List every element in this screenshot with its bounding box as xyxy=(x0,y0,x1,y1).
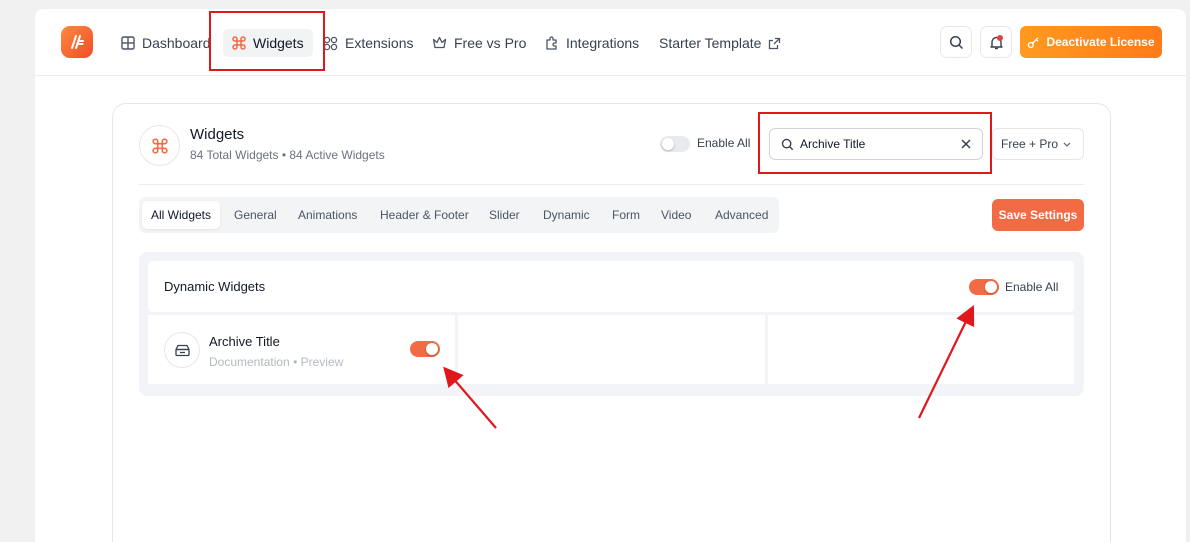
nav-free-vs-pro-label: Free vs Pro xyxy=(454,35,527,51)
empty-widget-slot xyxy=(768,315,1074,384)
notification-button[interactable] xyxy=(980,26,1012,58)
empty-widget-slot xyxy=(458,315,765,384)
nav-widgets-label: Widgets xyxy=(253,35,304,51)
preview-link[interactable]: Preview xyxy=(301,355,344,369)
search-input[interactable] xyxy=(800,137,950,151)
toggle-knob xyxy=(426,343,438,355)
category-tabs: All Widgets General Animations Header & … xyxy=(139,197,779,233)
chevron-down-icon xyxy=(1063,142,1071,147)
section-title: Dynamic Widgets xyxy=(164,279,266,294)
puzzle-icon xyxy=(546,36,557,50)
brand-logo-icon[interactable] xyxy=(61,26,93,58)
widgets-header-icon xyxy=(139,125,180,166)
nav-free-vs-pro[interactable]: Free vs Pro xyxy=(432,29,526,57)
plan-filter-value: Free + Pro xyxy=(1001,137,1059,151)
nav-starter-template-label: Starter Template xyxy=(659,35,762,51)
close-icon[interactable] xyxy=(960,138,972,150)
nav-integrations[interactable]: Integrations xyxy=(545,29,639,57)
tab-advanced[interactable]: Advanced xyxy=(715,201,768,229)
widgets-count-subtitle: 84 Total Widgets • 84 Active Widgets xyxy=(190,148,385,162)
key-icon xyxy=(1028,36,1039,48)
widget-card: Archive Title Documentation • Preview xyxy=(148,315,455,384)
nav-extensions-label: Extensions xyxy=(345,35,414,51)
widget-toggle[interactable] xyxy=(410,341,440,357)
tab-animations[interactable]: Animations xyxy=(298,201,357,229)
nav-dashboard[interactable]: Dashboard xyxy=(121,29,211,57)
widget-title: Archive Title xyxy=(209,334,280,349)
crown-icon xyxy=(432,36,447,49)
tab-form[interactable]: Form xyxy=(612,201,640,229)
deactivate-license-label: Deactivate License xyxy=(1046,35,1155,49)
tab-video[interactable]: Video xyxy=(661,201,691,229)
enable-all-label: Enable All xyxy=(697,136,751,150)
search-icon xyxy=(781,138,794,150)
save-settings-button[interactable]: Save Settings xyxy=(992,199,1084,231)
section-enable-all-toggle[interactable] xyxy=(969,279,999,295)
plan-filter-select[interactable]: Free + Pro xyxy=(992,128,1084,160)
nav-widgets[interactable]: Widgets xyxy=(223,29,313,57)
widgets-panel: Widgets 84 Total Widgets • 84 Active Wid… xyxy=(112,103,1111,542)
external-link-icon xyxy=(769,37,781,49)
nav-dashboard-label: Dashboard xyxy=(142,35,211,51)
top-navigation: Dashboard Widgets Extensions Free vs Pro… xyxy=(35,9,1186,76)
tab-header-footer[interactable]: Header & Footer xyxy=(380,201,469,229)
nav-extensions[interactable]: Extensions xyxy=(323,29,413,57)
tab-general[interactable]: General xyxy=(234,201,277,229)
search-icon xyxy=(949,35,963,49)
documentation-link[interactable]: Documentation xyxy=(209,355,290,369)
command-icon xyxy=(232,36,246,50)
tab-all-widgets[interactable]: All Widgets xyxy=(142,201,221,229)
section-enable-all-label: Enable All xyxy=(1005,280,1059,294)
widget-search-box xyxy=(769,128,983,160)
header-search-button[interactable] xyxy=(940,26,972,58)
toggle-knob xyxy=(662,138,674,150)
nav-starter-template[interactable]: Starter Template xyxy=(659,29,788,57)
notification-dot xyxy=(997,35,1003,41)
widget-meta: Documentation • Preview xyxy=(209,355,343,369)
tab-dynamic[interactable]: Dynamic xyxy=(543,201,590,229)
dynamic-widgets-section: Dynamic Widgets Enable All Archive Title… xyxy=(139,252,1084,396)
tab-slider[interactable]: Slider xyxy=(489,201,520,229)
archive-box-icon xyxy=(164,332,200,368)
nav-integrations-label: Integrations xyxy=(566,35,640,51)
header-divider xyxy=(139,184,1084,185)
meta-separator: • xyxy=(293,355,298,369)
app-window: Dashboard Widgets Extensions Free vs Pro… xyxy=(35,9,1186,542)
section-header: Dynamic Widgets Enable All xyxy=(148,261,1074,312)
deactivate-license-button[interactable]: Deactivate License xyxy=(1020,26,1162,58)
command-icon xyxy=(151,137,168,154)
page-title: Widgets xyxy=(190,126,245,143)
toggle-knob xyxy=(985,281,997,293)
grid-icon xyxy=(121,36,135,50)
enable-all-toggle[interactable] xyxy=(660,136,690,152)
extensions-icon xyxy=(323,36,338,50)
